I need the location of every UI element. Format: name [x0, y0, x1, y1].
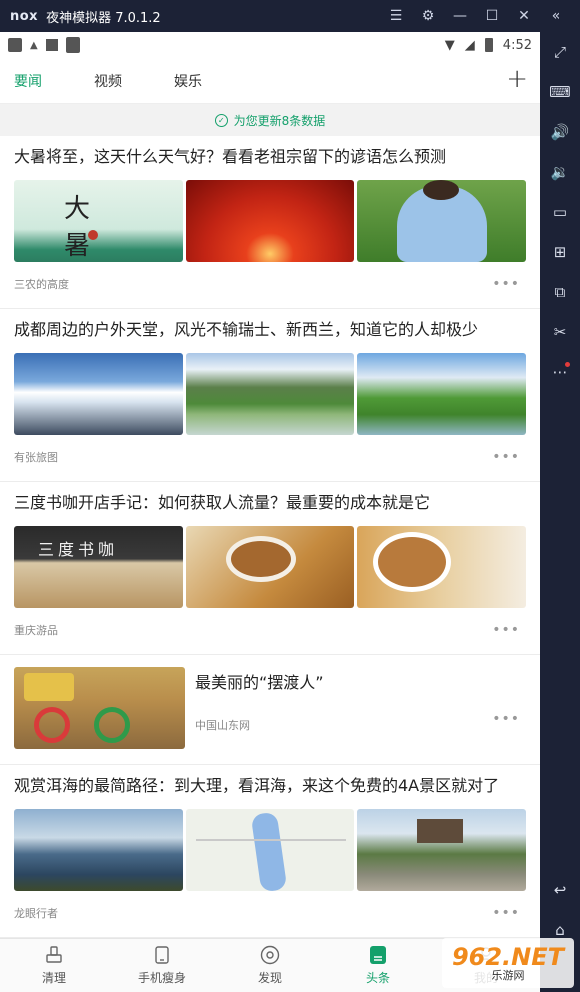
settings-gear-icon[interactable]: ⚙ [412, 0, 444, 32]
clock: 4:52 [502, 37, 532, 53]
watermark-text: 乐游网 [491, 969, 525, 982]
volume-down-icon[interactable]: 🔉 [540, 152, 580, 192]
article-source: 三农的高度 [14, 278, 69, 291]
nav-clean[interactable]: 清理 [0, 939, 108, 992]
article-title[interactable]: 最美丽的“摆渡人” [195, 669, 324, 693]
add-channel-icon[interactable]: + [506, 64, 528, 94]
headlines-icon [368, 945, 388, 965]
article-image-valley-river[interactable] [185, 353, 355, 435]
compass-icon [260, 945, 280, 965]
article-image-snow-mountain[interactable] [14, 353, 183, 435]
emulator-title-bar: nox 夜神模拟器 7.0.1.2 ☰ ⚙ — ☐ ✕ « [0, 0, 580, 32]
multi-instance-icon[interactable]: ⧉ [540, 272, 580, 312]
emulator-toolbar: ⤢ ⌨ 🔊 🔉 ▭ ⊞ ⧉ ✂ ⋯ ↩ ⌂ [540, 32, 580, 992]
tab-entertainment[interactable]: 娱乐 [174, 71, 254, 91]
article-title[interactable]: 成都周边的户外天堂，风光不输瑞士、新西兰，知道它的人却极少 [14, 309, 526, 353]
nav-label: 发现 [257, 971, 282, 985]
phone-icon [152, 945, 172, 965]
nav-label: 头条 [365, 971, 390, 985]
nav-discover[interactable]: 发现 [216, 939, 324, 992]
article-image-map[interactable] [185, 809, 355, 891]
scissors-icon[interactable]: ✂ [540, 312, 580, 352]
article-image-bicycle[interactable] [14, 667, 185, 749]
article-image-green-hills[interactable] [357, 353, 527, 435]
signal-icon: ◢ [464, 37, 475, 53]
more-options-icon[interactable]: ••• [492, 276, 520, 292]
battery-icon [484, 38, 493, 52]
nav-phone-slim[interactable]: 手机瘦身 [108, 939, 216, 992]
article-image-pavilion[interactable] [357, 809, 527, 891]
install-apk-icon[interactable]: ⊞ [540, 232, 580, 272]
news-article[interactable]: 观赏洱海的最简路径：到大理，看洱海，来这个免费的4A景区就对了 龙眼行者 ••• [0, 765, 540, 938]
window-title: 夜神模拟器 7.0.1.2 [46, 10, 161, 26]
minimize-icon[interactable]: — [444, 0, 476, 32]
nav-label: 手机瘦身 [137, 971, 186, 985]
news-article[interactable]: 成都周边的户外天堂，风光不输瑞士、新西兰，知道它的人却极少 有张旅图 ••• [0, 309, 540, 482]
update-text: 为您更新8条数据 [233, 113, 326, 128]
more-options-icon[interactable]: ••• [492, 449, 520, 465]
update-banner: ✓ 为您更新8条数据 [0, 104, 540, 136]
news-article[interactable]: 最美丽的“摆渡人” 中国山东网 ••• [0, 655, 540, 765]
menu-icon[interactable]: ☰ [380, 0, 412, 32]
android-screen: ▲ ▼ ◢ 4:52 要闻 视频 娱乐 + ✓ 为您更新8条数据 大暑将至，这天… [0, 32, 540, 992]
news-article[interactable]: 三度书咖开店手记：如何获取人流量？最重要的成本就是它 三度书咖 重庆游品 ••• [0, 482, 540, 655]
notification-icon [8, 38, 22, 52]
article-image-latte[interactable] [185, 526, 355, 608]
article-title[interactable]: 大暑将至，这天什么天气好？看看老祖宗留下的谚语怎么预测 [14, 136, 526, 180]
screen-icon[interactable]: ▭ [540, 192, 580, 232]
news-feed: 大暑将至，这天什么天气好？看看老祖宗留下的谚语怎么预测 大暑 三农的高度 •••… [0, 136, 540, 938]
article-source: 有张旅图 [14, 451, 58, 464]
maximize-icon[interactable]: ☐ [476, 0, 508, 32]
article-image-coffee-book[interactable] [357, 526, 527, 608]
site-watermark: 962.NET 乐游网 [442, 938, 574, 988]
more-options-icon[interactable]: ••• [492, 622, 520, 638]
broom-icon [44, 945, 64, 965]
volume-up-icon[interactable]: 🔊 [540, 112, 580, 152]
more-options-icon[interactable]: ••• [492, 711, 520, 727]
notification-icon [45, 39, 58, 51]
article-image-person-grass[interactable] [357, 180, 527, 262]
article-source: 重庆游品 [14, 624, 58, 637]
article-source: 龙眼行者 [14, 907, 58, 920]
nox-logo: nox [10, 8, 39, 24]
article-title[interactable]: 观赏洱海的最简路径：到大理，看洱海，来这个免费的4A景区就对了 [14, 765, 526, 809]
back-icon[interactable]: ↩ [540, 870, 580, 910]
nav-headlines[interactable]: 头条 [324, 939, 432, 992]
close-icon[interactable]: ✕ [508, 0, 540, 32]
article-title[interactable]: 三度书咖开店手记：如何获取人流量？最重要的成本就是它 [14, 482, 526, 526]
news-article[interactable]: 大暑将至，这天什么天气好？看看老祖宗留下的谚语怎么预测 大暑 三农的高度 ••• [0, 136, 540, 309]
channel-tabs: 要闻 视频 娱乐 + [0, 58, 540, 104]
article-image-lake[interactable] [14, 809, 183, 891]
more-options-icon[interactable]: ⋯ [540, 352, 580, 392]
article-image-shopfront[interactable]: 三度书咖 [14, 526, 183, 608]
keyboard-icon[interactable]: ⌨ [540, 72, 580, 112]
nav-label: 清理 [41, 971, 66, 985]
notification-icon: ▲ [30, 39, 38, 51]
tab-news[interactable]: 要闻 [14, 71, 94, 91]
notification-icon [65, 37, 80, 53]
fullscreen-icon[interactable]: ⤢ [540, 32, 580, 72]
check-circle-icon: ✓ [214, 113, 228, 127]
more-options-icon[interactable]: ••• [492, 905, 520, 921]
collapse-sidebar-icon[interactable]: « [540, 0, 572, 32]
article-image-calligraphy[interactable]: 大暑 [14, 180, 183, 262]
article-image-red-sky[interactable] [185, 180, 355, 262]
status-bar: ▲ ▼ ◢ 4:52 [0, 32, 540, 58]
article-source: 中国山东网 [195, 719, 250, 732]
wifi-icon: ▼ [444, 37, 455, 53]
tab-video[interactable]: 视频 [94, 71, 174, 91]
